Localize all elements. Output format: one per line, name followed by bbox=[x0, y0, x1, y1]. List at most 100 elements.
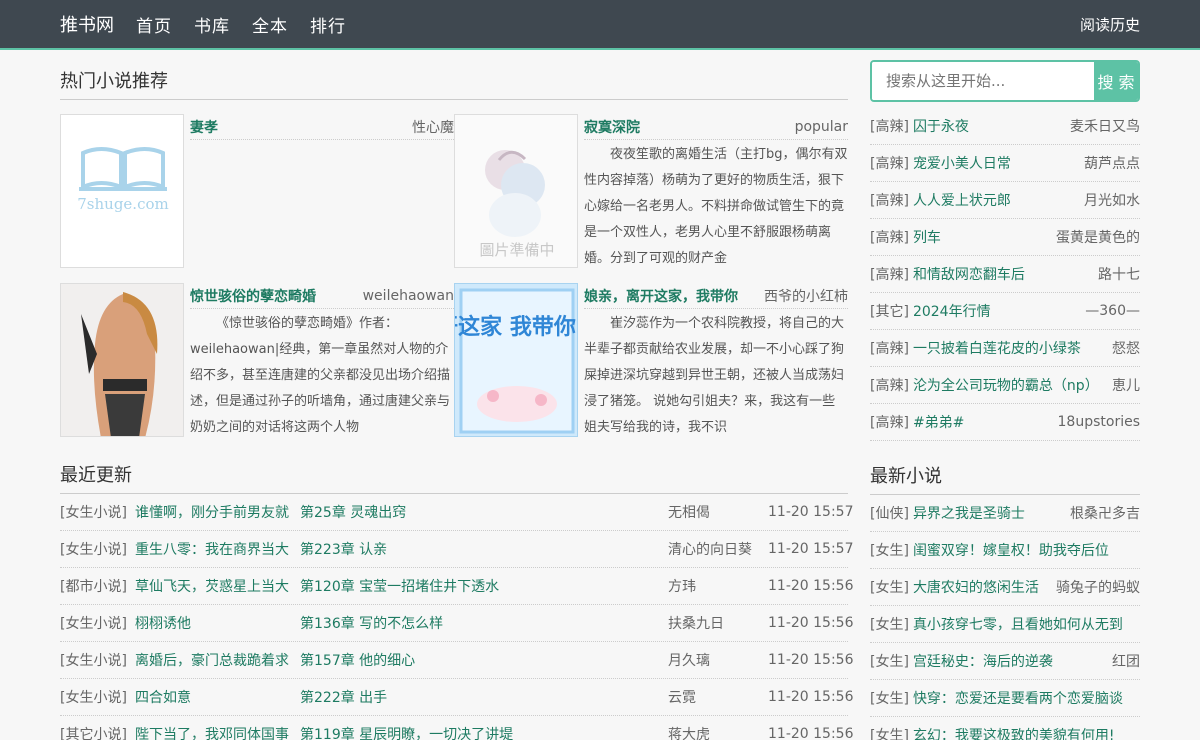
row-category: [女生小说] bbox=[60, 690, 127, 706]
row-author: 无相偈 bbox=[668, 505, 710, 521]
list-item: [高辣] 宠爱小美人日常 葫芦点点 bbox=[870, 145, 1140, 182]
item-title-link[interactable]: 一只披着白莲花皮的小绿茶 bbox=[913, 338, 1106, 358]
row-chapter-link[interactable]: 第157章 他的细心 bbox=[300, 650, 415, 670]
book-cover[interactable]: 娘亲 离开这家 我带你 吃香喝辣 bbox=[454, 283, 578, 437]
item-title-link[interactable]: 闺蜜双穿！嫁皇权！助我夺后位 bbox=[913, 540, 1134, 560]
row-chapter-link[interactable]: 第222章 出手 bbox=[300, 687, 387, 707]
book-card: 圖片準備中 寂寞深院 popular 夜夜笙歌的离婚生活（主打bg，偶尔有双性内… bbox=[454, 114, 848, 268]
table-row: [女生小说] 离婚后，豪门总裁跪着求 第157章 他的细心 月久璃 11-20 1… bbox=[60, 642, 853, 679]
list-item: [女生] 宫廷秘史：海后的逆袭 红团 bbox=[870, 643, 1140, 680]
hot-section-title: 热门小说推荐 bbox=[60, 64, 848, 100]
list-item: [高辣] 列车 蛋黄是黄色的 bbox=[870, 219, 1140, 256]
book-cover[interactable] bbox=[60, 283, 184, 437]
hot-recommendations: 7shuge.com 妻孝 性心魔 圖片準備中 寂寞深院 popular 夜夜笙… bbox=[60, 100, 848, 437]
reading-history-link[interactable]: 阅读历史 bbox=[1080, 14, 1140, 35]
item-category: [高辣] bbox=[870, 378, 909, 394]
item-category: [高辣] bbox=[870, 156, 909, 172]
item-category: [女生] bbox=[870, 728, 909, 740]
item-title-link[interactable]: 真小孩穿七零，且看她如何从无到 bbox=[913, 614, 1134, 634]
item-category: [女生] bbox=[870, 580, 909, 596]
nav-library[interactable]: 书库 bbox=[194, 12, 230, 37]
row-time: 11-20 15:57 bbox=[768, 541, 854, 557]
book-cover[interactable]: 圖片準備中 bbox=[454, 114, 578, 268]
row-time: 11-20 15:56 bbox=[768, 689, 854, 705]
list-item: [女生] 快穿：恋爱还是要看两个恋爱脑谈 bbox=[870, 680, 1140, 717]
row-book-link[interactable]: 陛下当了，我邓同体国事 bbox=[135, 724, 300, 740]
nav-ranking[interactable]: 排行 bbox=[310, 12, 346, 37]
item-category: [高辣] bbox=[870, 341, 909, 357]
row-book-link[interactable]: 离婚后，豪门总裁跪着求 bbox=[135, 650, 300, 670]
book-title[interactable]: 惊世骇俗的孽恋畸婚 bbox=[190, 286, 316, 306]
list-item: [女生] 大唐农妇的悠闲生活 骑兔子的蚂蚁 bbox=[870, 569, 1140, 606]
item-title-link[interactable]: 囚于永夜 bbox=[913, 116, 1064, 136]
row-book-link[interactable]: 草仙飞天，芡惑星上当大 bbox=[135, 576, 300, 596]
row-book-link[interactable]: 栩栩诱他 bbox=[135, 613, 300, 633]
book-description: 夜夜笙歌的离婚生活（主打bg，偶尔有双性内容掉落）杨萌为了更好的物质生活，狠下心… bbox=[584, 147, 848, 266]
book-author: popular bbox=[794, 118, 848, 135]
updates-section-title: 最近更新 bbox=[60, 458, 848, 494]
row-chapter-link[interactable]: 第136章 写的不怎么样 bbox=[300, 613, 443, 633]
book-title[interactable]: 寂寞深院 bbox=[584, 117, 640, 137]
search-button[interactable]: 搜 索 bbox=[1094, 62, 1138, 100]
row-category: [女生小说] bbox=[60, 616, 127, 632]
row-time: 11-20 15:57 bbox=[768, 504, 854, 520]
item-category: [其它] bbox=[870, 304, 909, 320]
row-book-link[interactable]: 谁懂啊，刚分手前男友就 bbox=[135, 502, 300, 522]
cover-title-text: 娘亲 离开这家 我带你 吃香喝辣 bbox=[455, 314, 578, 340]
item-title-link[interactable]: #弟弟# bbox=[913, 412, 1052, 432]
top-navbar: 推书网 首页 书库 全本 排行 阅读历史 bbox=[0, 0, 1200, 50]
item-title-link[interactable]: 异界之我是圣骑士 bbox=[913, 503, 1064, 523]
item-title-link[interactable]: 人人爱上状元郎 bbox=[913, 190, 1078, 210]
nav-complete[interactable]: 全本 bbox=[252, 12, 288, 37]
table-row: [女生小说] 栩栩诱他 第136章 写的不怎么样 扶桑九日 11-20 15:56 bbox=[60, 605, 854, 642]
row-category: [女生小说] bbox=[60, 653, 127, 669]
item-category: [女生] bbox=[870, 654, 909, 670]
item-title-link[interactable]: 2024年行情 bbox=[913, 301, 1079, 321]
item-title-link[interactable]: 宫廷秘史：海后的逆袭 bbox=[913, 651, 1106, 671]
row-chapter-link[interactable]: 第223章 认亲 bbox=[300, 539, 387, 559]
book-description: 崔汐蕊作为一个农科院教授，将自己的大半辈子都贡献给农业发展，却一不小心踩了狗屎掉… bbox=[584, 316, 845, 435]
item-title-link[interactable]: 大唐农妇的悠闲生活 bbox=[913, 577, 1050, 597]
site-logo[interactable]: 推书网 bbox=[60, 11, 114, 37]
search-input[interactable] bbox=[872, 62, 1094, 100]
row-chapter-link[interactable]: 第120章 宝莹一招堵住井下透水 bbox=[300, 576, 499, 596]
item-category: [高辣] bbox=[870, 267, 909, 283]
row-author: 月久璃 bbox=[668, 653, 710, 669]
item-author: 月光如水 bbox=[1084, 193, 1140, 209]
table-row: [都市小说] 草仙飞天，芡惑星上当大 第120章 宝莹一招堵住井下透水 方玮 11… bbox=[60, 568, 853, 605]
row-book-link[interactable]: 四合如意 bbox=[135, 687, 300, 707]
row-time: 11-20 15:56 bbox=[768, 615, 854, 631]
item-category: [高辣] bbox=[870, 415, 909, 431]
new-novels-list: [仙侠] 异界之我是圣骑士 根桑卍多吉 [女生] 闺蜜双穿！嫁皇权！助我夺后位 [女生… bbox=[870, 495, 1140, 740]
book-author: weilehaowan bbox=[362, 287, 454, 304]
book-title[interactable]: 娘亲，离开这家，我带你 bbox=[584, 286, 738, 306]
item-title-link[interactable]: 快穿：恋爱还是要看两个恋爱脑谈 bbox=[913, 688, 1134, 708]
row-author: 扶桑九日 bbox=[668, 616, 724, 632]
updates-list: [女生小说] 谁懂啊，刚分手前男友就 第25章 灵魂出窍 无相偈 11-20 15… bbox=[60, 494, 854, 740]
row-book-link[interactable]: 重生八零：我在商界当大 bbox=[135, 539, 300, 559]
item-title-link[interactable]: 和情敌网恋翻车后 bbox=[913, 264, 1092, 284]
item-title-link[interactable]: 列车 bbox=[913, 227, 1050, 247]
row-chapter-link[interactable]: 第119章 星辰明瞭，一切决了讲堤 bbox=[300, 724, 513, 740]
right-column: 搜 索 [高辣]囚于永夜麦禾日又鸟 [高辣]宠爱小美人日常葫芦点点 [高辣]人人… bbox=[870, 50, 1140, 740]
row-chapter-link[interactable]: 第25章 灵魂出窍 bbox=[300, 502, 406, 522]
book-description bbox=[190, 142, 454, 272]
item-author: 葫芦点点 bbox=[1084, 156, 1140, 172]
item-author: 18upstories bbox=[1057, 414, 1140, 430]
item-title-link[interactable]: 玄幻：我要这极致的美貌有何用! bbox=[913, 725, 1134, 740]
item-category: [女生] bbox=[870, 543, 909, 559]
nav-home[interactable]: 首页 bbox=[136, 12, 172, 37]
book-card: 惊世骇俗的孽恋畸婚 weilehaowan 《惊世骇俗的孽恋畸婚》作者：weil… bbox=[60, 283, 454, 437]
item-title-link[interactable]: 沦为全公司玩物的霸总（np） bbox=[913, 375, 1106, 395]
list-item: [高辣] 和情敌网恋翻车后 路十七 bbox=[870, 256, 1140, 293]
item-category: [女生] bbox=[870, 691, 909, 707]
ranking-list: [高辣] 囚于永夜 麦禾日又鸟 [高辣] 宠爱小美人日常 葫芦点点 [高辣] 人人爱上状元… bbox=[870, 108, 1140, 441]
item-category: [高辣] bbox=[870, 193, 909, 209]
list-item: [高辣] 囚于永夜 麦禾日又鸟 bbox=[870, 108, 1140, 145]
book-cover[interactable]: 7shuge.com bbox=[60, 114, 184, 268]
list-item: [仙侠] 异界之我是圣骑士 根桑卍多吉 bbox=[870, 495, 1140, 532]
item-author: 红团 bbox=[1112, 654, 1140, 670]
item-title-link[interactable]: 宠爱小美人日常 bbox=[913, 153, 1078, 173]
book-title[interactable]: 妻孝 bbox=[190, 117, 218, 137]
new-novels-title: 最新小说 bbox=[870, 459, 1140, 495]
